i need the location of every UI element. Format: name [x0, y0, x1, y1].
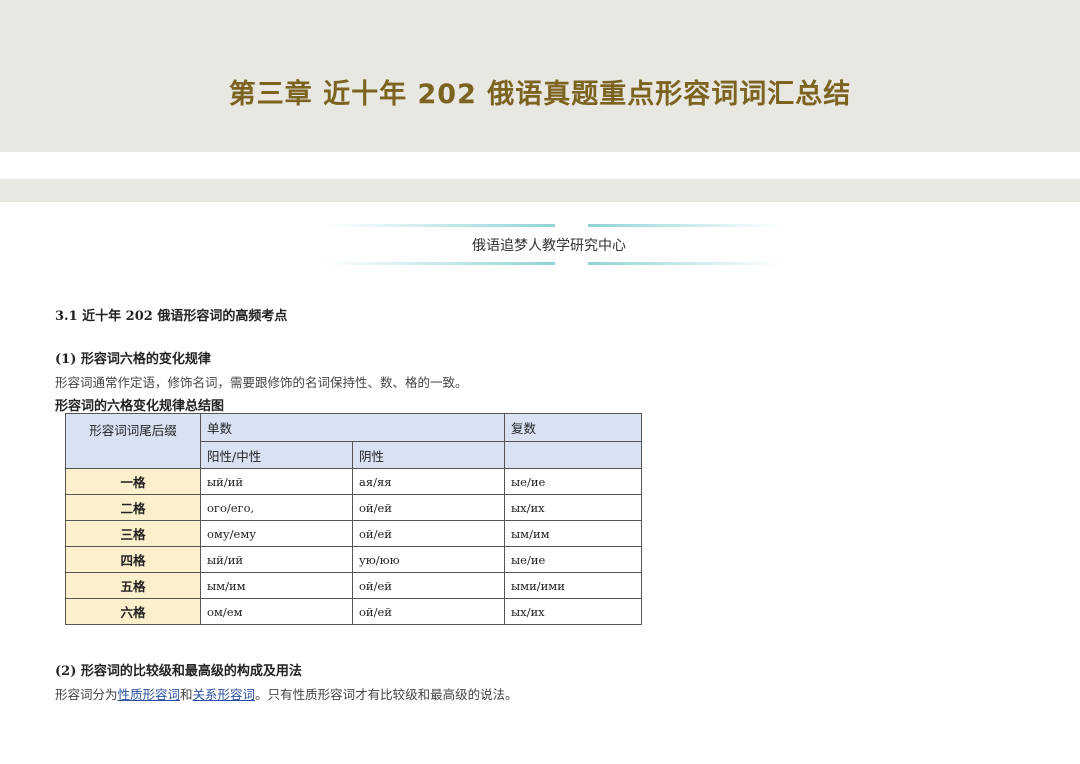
part2-text-suffix: 。只有性质形容词才有比较级和最高级的说法。 — [255, 687, 518, 702]
singular-header: 单数 — [200, 413, 505, 442]
plural-ending: ые/ие — [504, 546, 642, 573]
fem-ending: ую/юю — [352, 546, 505, 573]
case-table: 形容词词尾后缀 单数 复数 阳性/中性 阴性 一格 ый/ий ая/яя ые… — [65, 413, 642, 625]
masc-ending: ый/ий — [200, 546, 353, 573]
section-heading: 3.1 近十年 202 俄语形容词的高频考点 — [55, 309, 288, 324]
table-caption: 形容词的六格变化规律总结图 — [55, 399, 225, 414]
part2-text-and: 和 — [180, 687, 193, 702]
fem-ending: ой/ей — [352, 494, 505, 521]
part1-heading: (1) 形容词六格的变化规律 — [55, 352, 211, 367]
separator-band — [0, 179, 1080, 202]
fem-ending: ой/ей — [352, 572, 505, 599]
fem-header: 阴性 — [352, 441, 505, 469]
table-row: 五格 ым/им ой/ей ыми/ими — [65, 572, 642, 599]
case-label: 二格 — [65, 494, 201, 521]
case-label: 一格 — [65, 468, 201, 495]
part1-text: 形容词通常作定语，修饰名词，需要跟修饰的名词保持性、数、格的一致。 — [55, 375, 468, 390]
fem-ending: ой/ей — [352, 598, 505, 625]
table-row: 一格 ый/ий ая/яя ые/ие — [65, 468, 642, 495]
table-row: 三格 ому/ему ой/ей ым/им — [65, 520, 642, 547]
relative-adjective-link[interactable]: 关系形容词 — [193, 687, 256, 702]
fem-ending: ой/ей — [352, 520, 505, 547]
plural-ending: ых/их — [504, 494, 642, 521]
masc-ending: ом/ем — [200, 598, 353, 625]
suffix-header: 形容词词尾后缀 — [65, 413, 201, 469]
table-row: 二格 ого/его, ой/ей ых/их — [65, 494, 642, 521]
plural-subheader — [504, 441, 642, 469]
plural-ending: ыми/ими — [504, 572, 642, 599]
masc-neut-header: 阳性/中性 — [200, 441, 353, 469]
masc-ending: ого/его, — [200, 494, 353, 521]
qualitative-adjective-link[interactable]: 性质形容词 — [118, 687, 181, 702]
plural-ending: ым/им — [504, 520, 642, 547]
part2-text-prefix: 形容词分为 — [55, 687, 118, 702]
table-row: 六格 ом/ем ой/ей ых/их — [65, 598, 642, 625]
part2-text: 形容词分为性质形容词和关系形容词。只有性质形容词才有比较级和最高级的说法。 — [55, 684, 518, 703]
plural-ending: ых/их — [504, 598, 642, 625]
case-label: 五格 — [65, 572, 201, 599]
decorative-line — [325, 224, 555, 227]
fem-ending: ая/яя — [352, 468, 505, 495]
plural-header: 复数 — [504, 413, 642, 442]
plural-ending: ые/ие — [504, 468, 642, 495]
decorative-line — [588, 224, 783, 227]
page-title: 第三章 近十年 202 俄语真题重点形容词词汇总结 — [228, 79, 852, 110]
case-label: 六格 — [65, 598, 201, 625]
case-label: 三格 — [65, 520, 201, 547]
decorative-line — [588, 262, 783, 265]
part2-heading: (2) 形容词的比较级和最高级的构成及用法 — [55, 664, 302, 679]
case-label: 四格 — [65, 546, 201, 573]
table-row: 四格 ый/ий ую/юю ые/ие — [65, 546, 642, 573]
center-name: 俄语追梦人教学研究中心 — [472, 238, 626, 254]
masc-ending: ый/ий — [200, 468, 353, 495]
masc-ending: ому/ему — [200, 520, 353, 547]
decorative-line — [320, 262, 555, 265]
masc-ending: ым/им — [200, 572, 353, 599]
